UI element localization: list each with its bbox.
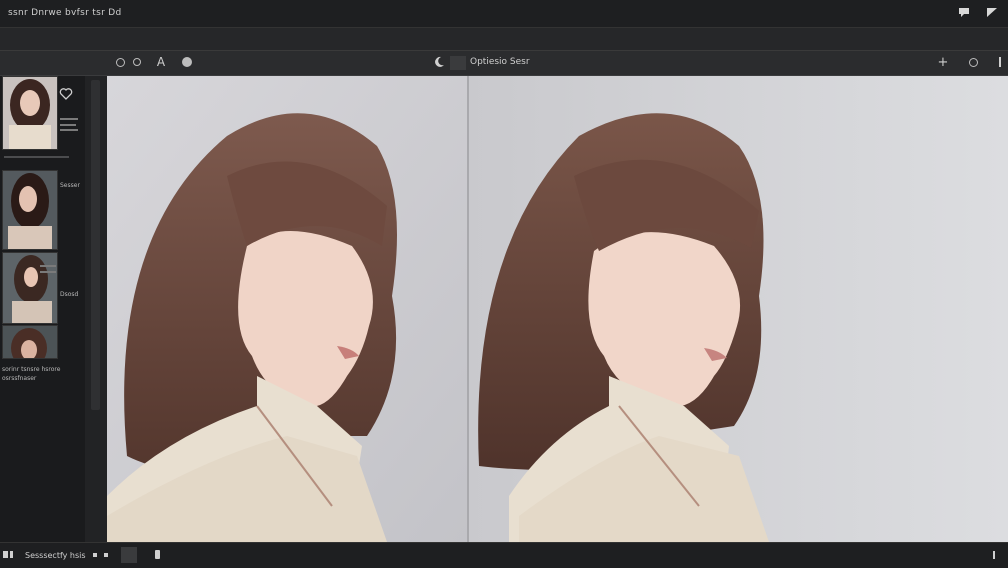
sidebar-scrollbar[interactable]: [85, 76, 107, 542]
more-vertical-icon[interactable]: [994, 56, 1006, 68]
status-bar: Sesssectfy hsis: [0, 542, 1008, 568]
sidebar-info-text: sorinr tsnsre hsrore osrssfnaser: [2, 366, 61, 382]
toolbar: A Optiesio Sesr +: [0, 51, 1008, 76]
mode-label: Optiesio Sesr: [470, 57, 530, 67]
dot-icon[interactable]: [93, 553, 97, 557]
chat-bubble-icon[interactable]: [958, 7, 970, 18]
status-icon: [3, 551, 8, 558]
dot-icon[interactable]: [104, 553, 108, 557]
mode-toggle[interactable]: [450, 56, 466, 70]
settings-circle-icon[interactable]: [967, 56, 979, 68]
menu-bar: [0, 28, 1008, 51]
meta-line: [60, 124, 76, 126]
view-dot-icon[interactable]: [131, 56, 143, 68]
meta-line: [40, 271, 56, 273]
status-icon: [10, 551, 13, 558]
thumbnail-1[interactable]: [2, 76, 58, 150]
thumbnail-4[interactable]: [2, 325, 58, 359]
sidebar: Sesser Dsosd sorinr tsnsre hsrore osrssf…: [0, 76, 85, 542]
meta-line: [60, 118, 78, 120]
text-tool-icon[interactable]: A: [155, 55, 167, 69]
info-circle-icon[interactable]: [181, 56, 193, 68]
meta-line: [40, 265, 56, 267]
heart-outline-icon[interactable]: [59, 86, 73, 100]
sidebar-caption-1: Sesser: [60, 182, 80, 189]
crescent-icon[interactable]: [433, 56, 445, 68]
window-title: ssnr Dnrwe bvfsr tsr Dd: [8, 8, 122, 18]
status-label: Sesssectfy hsis: [25, 551, 86, 560]
canvas-result[interactable]: [469, 76, 1008, 542]
view-circle-icon[interactable]: [114, 56, 126, 68]
grid-toggle-button[interactable]: [121, 547, 137, 563]
thumbnail-2[interactable]: [2, 170, 58, 250]
add-icon[interactable]: +: [937, 55, 949, 70]
separator: [4, 156, 69, 158]
page-icon[interactable]: [155, 550, 160, 559]
sidebar-caption-2: Dsosd: [60, 291, 79, 298]
scroll-thumb[interactable]: [91, 80, 100, 410]
menu-handle-icon[interactable]: [993, 551, 995, 559]
canvas-original[interactable]: [107, 76, 467, 542]
meta-line: [60, 129, 78, 131]
collapse-corner-icon[interactable]: [986, 7, 998, 18]
thumbnail-3[interactable]: [2, 252, 58, 324]
title-bar: ssnr Dnrwe bvfsr tsr Dd: [0, 0, 1008, 28]
